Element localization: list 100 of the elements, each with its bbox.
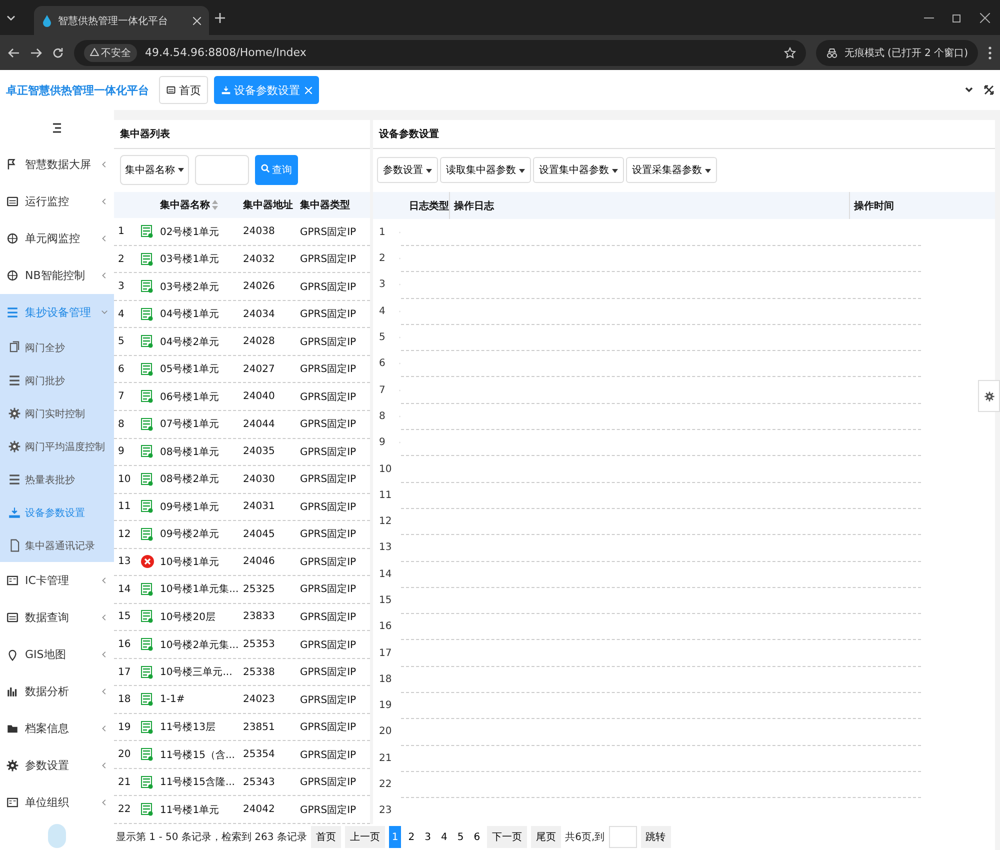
sidebar-subitem[interactable]: 阀门全抄: [0, 331, 114, 364]
row-number: 15: [118, 611, 132, 622]
pin-icon: [6, 648, 19, 661]
sidebar-subitem[interactable]: 阀门平均温度控制: [0, 430, 114, 463]
table-cell[interactable]: 09号楼1单元: [160, 500, 240, 514]
table-cell[interactable]: 10号楼1单元集...: [160, 582, 240, 596]
sidebar-item[interactable]: 运行监控: [0, 183, 114, 220]
table-cell[interactable]: 11号楼1单元: [160, 802, 240, 817]
more-icon[interactable]: [988, 46, 992, 60]
table-cell[interactable]: 10号楼1单元: [160, 554, 240, 569]
address-bar[interactable]: 不安全 49.4.54.96:8808/Home/Index: [74, 40, 806, 66]
table-cell[interactable]: 02号楼1单元: [160, 224, 240, 239]
incognito-chip[interactable]: 无痕模式 (已打开 2 个窗口): [816, 40, 978, 66]
table-cell[interactable]: 10号楼20层: [160, 610, 240, 624]
forward-icon[interactable]: [30, 46, 42, 58]
table-cell[interactable]: 05号楼1单元: [160, 362, 240, 376]
table-cell[interactable]: 08号楼1单元: [160, 444, 240, 459]
table-cell[interactable]: 09号楼2单元: [160, 527, 240, 542]
table-cell[interactable]: 10号楼2单元集...: [160, 638, 240, 652]
row-number: 1: [379, 226, 386, 238]
first-page-button[interactable]: 首页: [310, 826, 341, 848]
table-cell[interactable]: 11号楼15含隆...: [160, 775, 240, 790]
table-cell[interactable]: 11号楼13层: [160, 720, 240, 734]
table-cell[interactable]: 04号楼1单元: [160, 307, 240, 322]
close-icon[interactable]: [980, 12, 990, 22]
sidebar-item[interactable]: 数据分析: [0, 673, 114, 710]
page-button[interactable]: 2: [405, 826, 418, 848]
page-tab[interactable]: 首页: [159, 76, 208, 104]
column-header[interactable]: 集中器地址: [243, 198, 297, 212]
list-icon: [8, 374, 21, 387]
new-tab-icon[interactable]: [215, 12, 225, 22]
device-ok-icon: [141, 362, 153, 376]
device-ok-icon: [141, 308, 153, 321]
monitor-icon: [6, 195, 19, 208]
sidebar-item[interactable]: 数据查询: [0, 599, 114, 636]
row-number: 4: [118, 308, 126, 320]
sidebar-item[interactable]: 档案信息: [0, 710, 114, 747]
sidebar-item[interactable]: GIS地图: [0, 636, 114, 673]
table-cell[interactable]: 11号楼15（含...: [160, 748, 240, 762]
last-page-button[interactable]: 尾页: [531, 826, 562, 848]
settings-button[interactable]: [978, 380, 1000, 412]
sidebar-item[interactable]: IC卡管理: [0, 562, 114, 599]
table-cell-text: GPRS固定IP: [300, 308, 358, 322]
browser-tab[interactable]: 智慧供热管理一体化平台: [34, 6, 209, 35]
page-button[interactable]: 4: [438, 826, 450, 848]
previous-page-button[interactable]: 上一页: [344, 826, 385, 848]
sidebar-item[interactable]: 参数设置: [0, 747, 114, 784]
chevron-down-icon[interactable]: [964, 85, 974, 95]
dropdown-button[interactable]: 读取集中器参数: [440, 157, 531, 184]
page-button[interactable]: 6: [470, 826, 484, 848]
row-number: 20: [118, 749, 132, 760]
page-button[interactable]: 3: [422, 826, 434, 848]
sidebar-subitem[interactable]: 阀门批抄: [0, 364, 114, 397]
table-cell-text: 24044: [243, 418, 276, 430]
table-cell[interactable]: 08号楼2单元: [160, 472, 240, 486]
table-cell[interactable]: 03号楼2单元: [160, 280, 240, 294]
next-page-button[interactable]: 下一页: [487, 826, 528, 848]
dropdown-button[interactable]: 设置集中器参数: [533, 157, 624, 184]
go-button[interactable]: 跳转: [640, 826, 671, 848]
column-header[interactable]: 集中器名称: [160, 198, 210, 212]
security-chip[interactable]: 不安全: [84, 44, 137, 62]
row-number: 10: [379, 464, 392, 474]
table-cell[interactable]: 06号楼1单元: [160, 390, 240, 404]
star-icon[interactable]: [784, 46, 796, 58]
search-field[interactable]: [195, 155, 249, 186]
panel-title: 集中器列表: [114, 120, 370, 149]
table-cell-text: 24046: [243, 556, 276, 568]
device-ok-icon: [141, 225, 153, 238]
reload-icon[interactable]: [52, 46, 64, 58]
back-icon[interactable]: [8, 46, 20, 58]
close-icon[interactable]: [193, 16, 201, 24]
row-number: 9: [118, 446, 126, 458]
table-cell-text: 24026: [243, 281, 276, 292]
restore-icon[interactable]: [952, 12, 962, 22]
sidebar-item[interactable]: 智慧数据大屏: [0, 146, 114, 183]
dropdown-button[interactable]: 参数设置: [377, 157, 438, 184]
caret-icon: [426, 169, 432, 174]
table-cell[interactable]: 1-1#: [160, 694, 240, 706]
table-cell[interactable]: 07号楼1单元: [160, 417, 240, 432]
fullscreen-icon[interactable]: [984, 85, 994, 95]
table-cell-text: GPRS固定IP: [300, 280, 358, 294]
row-number: 7: [379, 384, 386, 396]
sidebar-subitem[interactable]: 热量表批抄: [0, 463, 114, 496]
table-cell[interactable]: 10号楼三单元...: [160, 665, 240, 680]
sidebar-item[interactable]: 单元阀监控: [0, 220, 114, 257]
menu-icon[interactable]: [52, 123, 62, 133]
device-ok-icon: [141, 582, 153, 596]
table-cell[interactable]: 03号楼1单元: [160, 252, 240, 266]
page-number-field[interactable]: [608, 826, 637, 848]
filter-dropdown[interactable]: 集中器名称: [120, 155, 189, 186]
sidebar-item[interactable]: 单位组织: [0, 784, 114, 821]
dropdown-button[interactable]: 设置采集器参数: [626, 157, 717, 184]
page-button[interactable]: 5: [454, 826, 467, 848]
sidebar-item[interactable]: NB智能控制: [0, 257, 114, 294]
table-cell-text: 24028: [243, 336, 276, 348]
column-header[interactable]: 集中器类型: [300, 198, 368, 212]
sidebar-subitem[interactable]: 集中器通讯记录: [0, 529, 114, 562]
table-cell-text: 24034: [243, 308, 276, 320]
sidebar-subitem[interactable]: 阀门实时控制: [0, 397, 114, 430]
table-cell[interactable]: 04号楼2单元: [160, 334, 240, 349]
